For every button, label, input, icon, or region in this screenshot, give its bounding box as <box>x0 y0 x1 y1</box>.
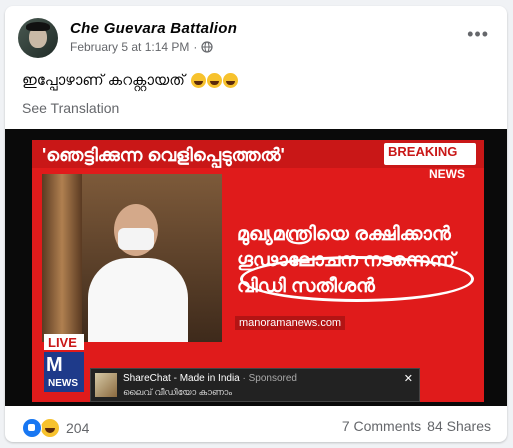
shares-count[interactable]: 84 Shares <box>427 418 491 434</box>
headline-top: 'ഞെട്ടിക്കുന്ന വെളിപ്പെടുത്തൽ' <box>42 145 285 165</box>
reaction-summary[interactable]: 204 <box>22 418 89 438</box>
news-label: NEWS <box>429 167 465 181</box>
news-screenshot: 'ഞെട്ടിക്കുന്ന വെളിപ്പെടുത്തൽ' BREAKING … <box>32 140 484 402</box>
post-meta: February 5 at 1:14 PM · <box>70 40 213 54</box>
curtain <box>42 174 82 342</box>
avatar-beret <box>26 22 50 31</box>
reaction-count: 204 <box>66 420 90 436</box>
post-date[interactable]: February 5 at 1:14 PM <box>70 40 189 54</box>
face-mask <box>118 228 154 250</box>
meta-separator: · <box>193 40 198 54</box>
ad-title-text: ShareChat - Made in India <box>123 373 240 384</box>
post-text-content: ഇപ്പോഴാണ് കറക്റ്റായത് <box>22 72 185 89</box>
website-label: manoramanews.com <box>235 316 346 330</box>
grinning-emoji-icon <box>222 73 238 88</box>
avatar[interactable] <box>18 18 58 58</box>
breaking-text: BREAKING <box>388 144 458 159</box>
grinning-emoji-icon <box>206 73 222 88</box>
person-body <box>88 258 188 342</box>
comments-count[interactable]: 7 Comments <box>342 418 421 434</box>
ad-sponsored: · Sponsored <box>239 373 298 384</box>
close-icon[interactable]: ✕ <box>404 372 413 385</box>
studio-video <box>42 174 222 342</box>
logo-m: M <box>46 354 63 376</box>
more-options-icon[interactable]: ••• <box>467 24 489 45</box>
live-text: LIVE <box>48 335 77 350</box>
like-icon <box>22 418 42 438</box>
live-badge: LIVE <box>44 334 84 350</box>
ad-thumbnail <box>95 373 117 397</box>
engagement-stats: 7 Comments 84 Shares <box>342 418 491 434</box>
grinning-emojis <box>190 73 238 88</box>
channel-logo: M NEWS <box>44 352 84 392</box>
ad-subtitle: ലൈവ് വീഡിയോ കാണാം <box>123 387 233 397</box>
logo-news: NEWS <box>48 378 78 389</box>
highlight-circle <box>240 256 474 302</box>
ad-title: ShareChat - Made in India · Sponsored <box>123 373 297 384</box>
post-text: ഇപ്പോഴാണ് കറക്റ്റായത് <box>22 72 238 89</box>
haha-icon <box>40 418 60 438</box>
see-translation-link[interactable]: See Translation <box>22 100 119 116</box>
headline-line-1: മുഖ്യമന്ത്രിയെ രക്ഷിക്കാൻ <box>237 224 451 245</box>
author-name[interactable]: Che Guevara Battalion <box>70 20 237 37</box>
globe-icon <box>201 41 213 53</box>
grinning-emoji-icon <box>190 73 206 88</box>
breaking-badge: BREAKING <box>384 143 476 165</box>
post-card: Che Guevara Battalion February 5 at 1:14… <box>5 6 507 442</box>
post-image[interactable]: 'ഞെട്ടിക്കുന്ന വെളിപ്പെടുത്തൽ' BREAKING … <box>5 129 507 406</box>
sharechat-ad[interactable]: ShareChat - Made in India · Sponsored ലൈ… <box>90 368 420 402</box>
